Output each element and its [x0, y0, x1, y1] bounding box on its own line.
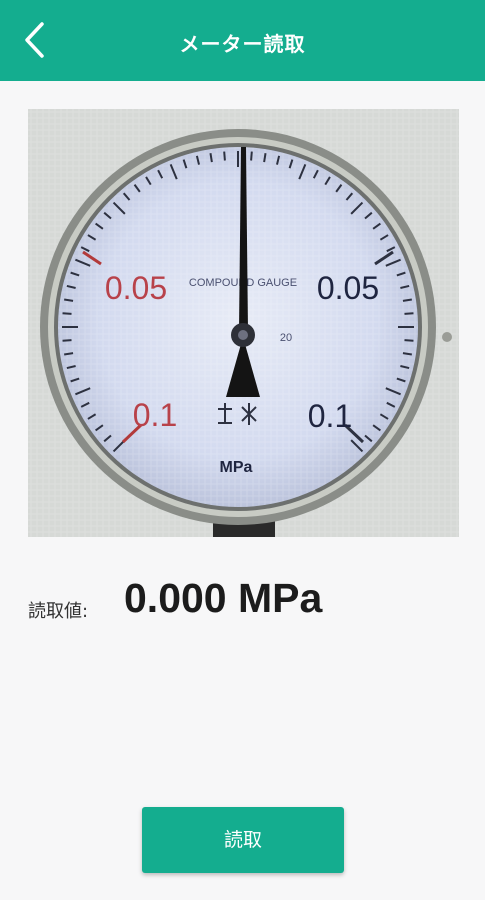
gauge-label-left-lower: 0.1	[133, 397, 177, 433]
gauge-tick	[223, 151, 226, 161]
gauge-tick	[62, 312, 72, 315]
app-header: メーター読取	[0, 0, 485, 81]
gauge-center-text: 20	[280, 332, 292, 344]
gauge-tick	[404, 312, 414, 315]
gauge-label-left-upper: 0.05	[105, 270, 167, 306]
gauge-tick	[263, 153, 267, 163]
gauge-tick	[64, 298, 74, 302]
read-button[interactable]: 読取	[142, 807, 344, 873]
gauge-tick	[402, 352, 412, 356]
gauge-tick	[62, 339, 72, 342]
gauge-tick	[404, 339, 414, 342]
gauge-tick	[402, 298, 412, 302]
gauge-tick	[209, 153, 213, 163]
gauge-label-right-upper: 0.05	[317, 270, 379, 306]
gauge-label-right-lower: 0.1	[308, 398, 352, 434]
gauge-tick	[250, 151, 253, 161]
reading-value: 0.000 MPa	[124, 575, 323, 621]
gauge-tick	[64, 352, 74, 356]
gauge-photo: 0.05 0.05 0.1 0.1 COMPOUND GAUGE 20 MPa	[28, 109, 459, 537]
gauge-unit: MPa	[220, 459, 253, 476]
reading-label: 読取値:	[28, 601, 89, 622]
page-title: メーター読取	[179, 32, 306, 56]
